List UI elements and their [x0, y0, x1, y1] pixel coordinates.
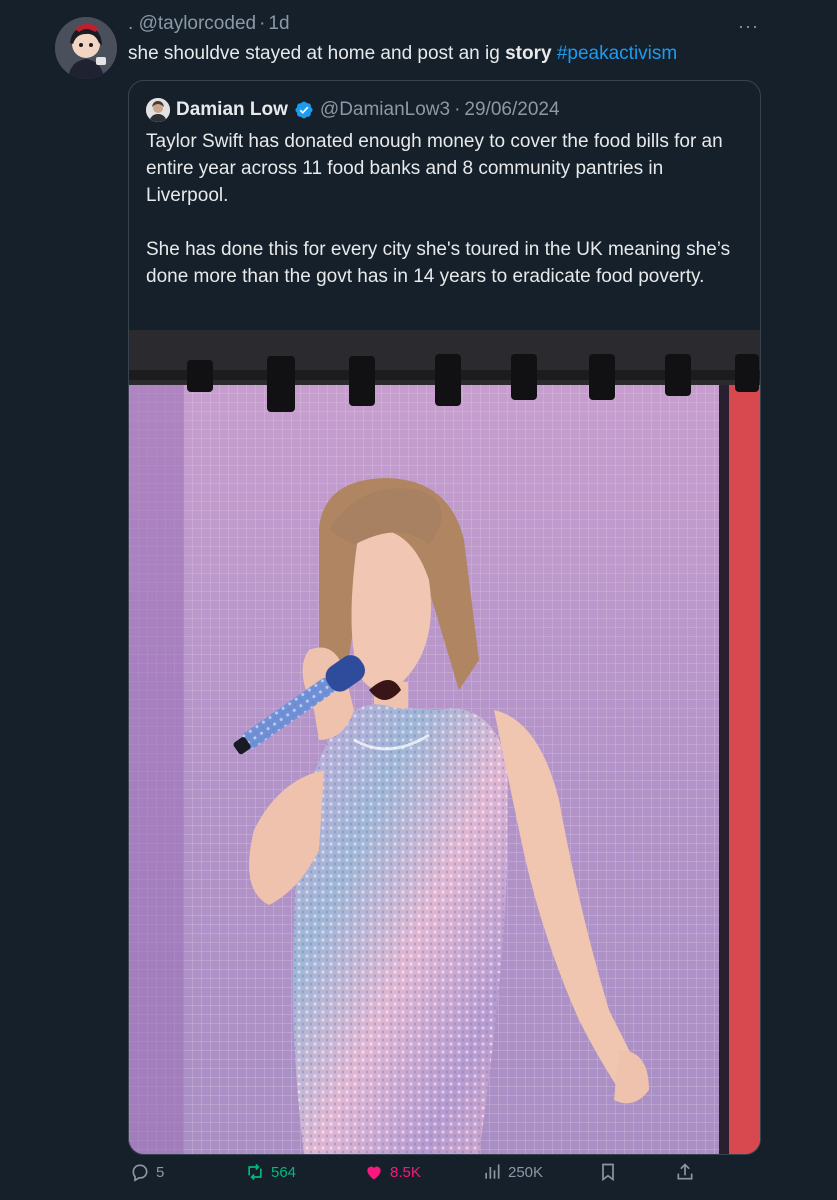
quoted-paragraph-1: Taylor Swift has donated enough money to…	[146, 131, 723, 206]
hashtag-link[interactable]: #peakactivism	[557, 43, 677, 64]
quoted-author-name[interactable]: Damian Low	[176, 99, 288, 121]
like-button[interactable]: 8.5K	[364, 1162, 421, 1182]
post-text: she shouldve stayed at home and post an …	[128, 43, 677, 65]
repost-count: 564	[271, 1163, 297, 1181]
bookmark-icon	[602, 1163, 614, 1182]
share-button[interactable]	[675, 1162, 695, 1182]
author-avatar[interactable]	[55, 17, 117, 79]
post: . @taylorcoded · 1d ··· she shouldve staye…	[0, 0, 837, 1200]
verified-badge-icon	[294, 100, 314, 120]
quoted-post-date[interactable]: 29/06/2024	[464, 99, 559, 121]
post-header: . @taylorcoded · 1d	[128, 13, 290, 35]
reply-icon	[132, 1164, 148, 1182]
repost-button[interactable]: 564	[245, 1162, 296, 1182]
post-time[interactable]: 1d	[268, 13, 289, 34]
heart-icon	[367, 1166, 381, 1180]
reply-button[interactable]: 5	[130, 1162, 164, 1182]
quoted-author-avatar[interactable]	[146, 98, 170, 122]
author-handle[interactable]: @taylorcoded	[139, 13, 257, 34]
views-icon	[485, 1164, 500, 1179]
reply-count: 5	[156, 1163, 165, 1181]
quoted-author-handle[interactable]: @DamianLow3	[320, 99, 450, 121]
post-text-plain: she shouldve stayed at home and post an …	[128, 43, 506, 64]
separator-dot: ·	[454, 99, 461, 120]
views-button[interactable]: 250K	[482, 1162, 543, 1182]
quoted-post-text: Taylor Swift has donated enough money to…	[146, 128, 736, 290]
author-name[interactable]: .	[128, 13, 133, 34]
quoted-post-header: Damian Low @DamianLow3 · 29/06/2024	[146, 97, 560, 123]
share-icon	[677, 1163, 693, 1180]
post-actions: 5 564 8.5K 250K	[0, 1162, 837, 1192]
quoted-post[interactable]: Damian Low @DamianLow3 · 29/06/2024 Tayl…	[128, 80, 761, 1155]
like-count: 8.5K	[390, 1163, 421, 1181]
bookmark-button[interactable]	[598, 1162, 618, 1182]
repost-icon	[248, 1163, 262, 1181]
separator-dot: ·	[259, 13, 266, 34]
more-options-icon[interactable]: ···	[738, 16, 759, 37]
views-count: 250K	[508, 1163, 544, 1181]
post-text-bold: story	[505, 43, 552, 64]
concert-photo[interactable]	[129, 330, 760, 1154]
quoted-paragraph-2: She has done this for every city she's t…	[146, 239, 731, 287]
